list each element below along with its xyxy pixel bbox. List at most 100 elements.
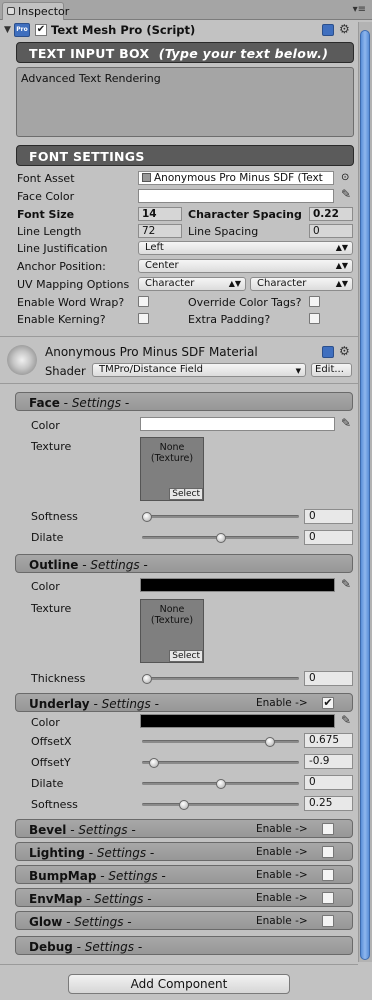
anchor-position-value: Center [145,260,179,271]
bumpmap-subtitle: - Settings - [100,869,166,883]
underlay-dilate-knob[interactable] [215,779,226,789]
underlay-softness-field[interactable]: 0.25 [304,796,353,811]
tab-inspector[interactable]: Inspector [2,2,69,20]
scrollbar-thumb[interactable] [360,30,370,960]
underlay-dilate-field[interactable]: 0 [304,775,353,790]
outline-color-swatch[interactable] [140,578,335,592]
font-size-field[interactable]: 14 [138,207,182,221]
underlay-offsety-label: OffsetY [31,756,71,769]
bumpmap-enable-checkbox[interactable] [322,869,334,881]
debug-subtitle: - Settings - [76,940,143,954]
uv-mapping-dropdown-2[interactable]: Character ▲▼ [250,277,353,291]
face-dilate-field[interactable]: 0 [304,530,353,545]
lighting-enable-label: Enable -> [256,846,308,858]
line-justification-dropdown[interactable]: Left ▲▼ [138,241,353,255]
underlay-offsetx-field[interactable]: 0.675 [304,733,353,748]
underlay-enable-label: Enable -> [256,697,308,709]
word-wrap-label: Enable Word Wrap? [17,296,125,309]
face-color-swatch[interactable] [138,189,334,203]
char-spacing-field[interactable]: 0.22 [309,207,353,221]
extra-padding-checkbox[interactable] [309,313,320,324]
glow-enable-checkbox[interactable] [322,915,334,927]
underlay-section-header[interactable]: Underlay - Settings - Enable -> ✔ [15,693,353,712]
object-picker-icon[interactable]: ⊙ [341,172,349,183]
bumpmap-section-header[interactable]: BumpMap - Settings - Enable -> [15,865,353,884]
kerning-checkbox[interactable] [138,313,149,324]
face-texture-slot[interactable]: None (Texture) Select [140,437,204,501]
line-justification-value: Left [145,242,164,253]
material-gear-icon[interactable]: ⚙ [339,345,350,357]
face-texture-none: None [159,442,185,453]
char-spacing-label: Character Spacing [188,208,302,221]
outline-texture-type: (Texture) [150,615,194,626]
uv-mapping-value-2: Character [257,278,307,289]
underlay-softness-track[interactable] [142,803,299,806]
component-enable-checkbox[interactable]: ✔ [35,24,47,36]
face-title: Face [29,396,60,410]
eyedropper-icon[interactable]: ✎ [341,416,351,430]
help-book-icon[interactable] [322,24,334,36]
outline-thickness-knob[interactable] [142,674,152,684]
face-softness-knob[interactable] [142,512,152,522]
underlay-offsetx-knob[interactable] [265,737,276,747]
face-softness-field[interactable]: 0 [304,509,353,524]
glow-section-header[interactable]: Glow - Settings - Enable -> [15,911,353,930]
face-color-label: Face Color [17,190,75,203]
override-color-label: Override Color Tags? [188,296,302,309]
underlay-softness-knob[interactable] [178,800,189,810]
bevel-section-header[interactable]: Bevel - Settings - Enable -> [15,819,353,838]
shader-edit-label: Edit... [315,364,344,375]
outline-title: Outline [29,558,79,572]
line-spacing-field[interactable]: 0 [309,224,353,238]
envmap-enable-checkbox[interactable] [322,892,334,904]
face-section-header[interactable]: Face - Settings - [15,392,353,411]
shader-dropdown[interactable]: TMPro/Distance Field ▼ [92,363,306,377]
bevel-enable-checkbox[interactable] [322,823,334,835]
outline-thickness-field[interactable]: 0 [304,671,353,686]
debug-section-header[interactable]: Debug - Settings - [15,936,353,955]
dropdown-arrow-icon: ▲▼ [335,279,348,288]
envmap-enable-label: Enable -> [256,892,308,904]
line-length-field[interactable]: 72 [138,224,182,238]
glow-enable-label: Enable -> [256,915,308,927]
material-divider [0,383,358,384]
gear-icon[interactable]: ⚙ [339,23,350,35]
eyedropper-icon[interactable]: ✎ [341,713,351,727]
material-title: Anonymous Pro Minus SDF Material [45,345,258,359]
lighting-enable-checkbox[interactable] [322,846,334,858]
uv-mapping-dropdown-1[interactable]: Character ▲▼ [138,277,246,291]
outline-texture-slot[interactable]: None (Texture) Select [140,599,204,663]
foldout-chevron-icon[interactable]: ▼ [4,25,11,35]
eyedropper-icon[interactable]: ✎ [341,187,351,201]
material-help-book-icon[interactable] [322,346,334,358]
eyedropper-icon[interactable]: ✎ [341,577,351,591]
underlay-offsety-knob[interactable] [149,758,160,768]
lighting-section-header[interactable]: Lighting - Settings - Enable -> [15,842,353,861]
debug-title: Debug [29,940,73,954]
shader-edit-button[interactable]: Edit... [311,363,352,377]
face-texture-label: Texture [31,440,72,453]
outline-section-header[interactable]: Outline - Settings - [15,554,353,573]
face-texture-select-button[interactable]: Select [169,488,203,500]
text-input-area[interactable]: Advanced Text Rendering [16,67,354,137]
face-softness-track[interactable] [142,515,299,518]
font-asset-value: Anonymous Pro Minus SDF (Text [154,172,323,184]
face-dilate-knob[interactable] [215,533,226,543]
underlay-offsety-track[interactable] [142,761,299,764]
underlay-offsetx-track[interactable] [142,740,299,743]
word-wrap-checkbox[interactable] [138,296,149,307]
tab-menu-icon[interactable]: ▾≡ [353,4,366,15]
underlay-offsety-field[interactable]: -0.9 [304,754,353,769]
anchor-position-dropdown[interactable]: Center ▲▼ [138,259,353,273]
face-color-prop-swatch[interactable] [140,417,335,431]
envmap-section-header[interactable]: EnvMap - Settings - Enable -> [15,888,353,907]
underlay-enable-checkbox[interactable]: ✔ [322,697,334,709]
font-asset-field[interactable]: Anonymous Pro Minus SDF (Text [138,171,334,185]
line-spacing-label: Line Spacing [188,225,259,238]
add-component-button[interactable]: Add Component [68,974,290,994]
override-color-checkbox[interactable] [309,296,320,307]
outline-texture-select-button[interactable]: Select [169,650,203,662]
outline-thickness-track[interactable] [142,677,299,680]
face-dilate-label: Dilate [31,531,64,544]
underlay-color-swatch[interactable] [140,714,335,728]
